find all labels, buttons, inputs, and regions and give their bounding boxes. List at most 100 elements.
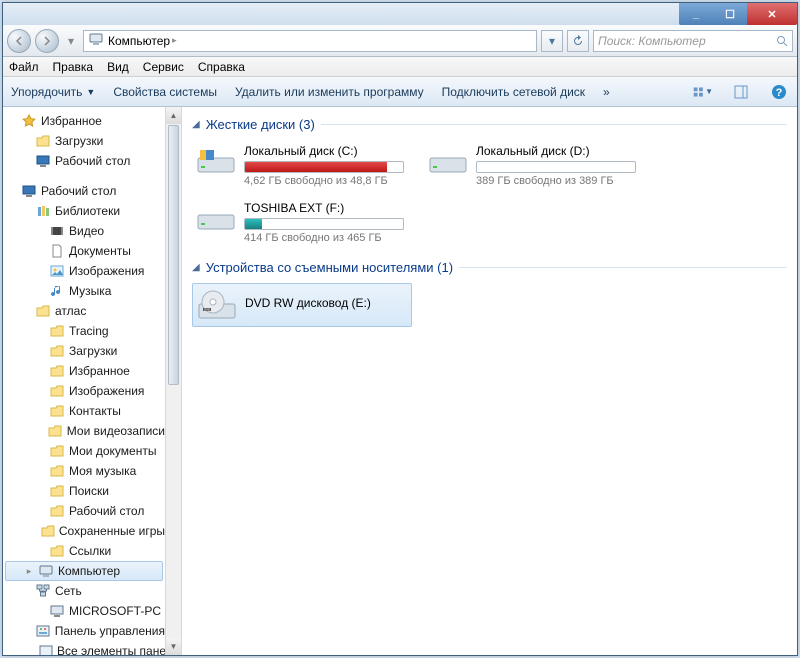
drive-d[interactable]: Локальный диск (D:) 389 ГБ свободно из 3… — [424, 140, 644, 191]
folder-icon — [35, 133, 51, 149]
address-bar[interactable]: Компьютер ▸ — [83, 30, 537, 52]
document-icon — [49, 243, 65, 259]
window-close-button[interactable]: ✕ — [747, 3, 797, 25]
folder-icon — [49, 363, 65, 379]
network-icon — [35, 583, 51, 599]
tree-desktop-fav[interactable]: Рабочий стол — [3, 151, 165, 171]
tree-all-items[interactable]: Все элементы панели — [3, 641, 165, 655]
folder-icon — [49, 463, 65, 479]
drive-e[interactable]: DVD DVD RW дисковод (E:) — [192, 283, 412, 327]
refresh-button[interactable] — [567, 30, 589, 52]
hdd-icon — [196, 144, 236, 178]
address-dropdown[interactable]: ▾ — [541, 30, 563, 52]
control-panel-icon — [39, 643, 53, 655]
tree-control-panel[interactable]: Панель управления — [3, 621, 165, 641]
drive-f[interactable]: TOSHIBA EXT (F:) 414 ГБ свободно из 465 … — [192, 197, 412, 248]
drive-free-space: 414 ГБ свободно из 465 ГБ — [244, 232, 408, 244]
tree-network[interactable]: Сеть — [3, 581, 165, 601]
folder-icon — [49, 403, 65, 419]
view-options-button[interactable]: ▼ — [693, 82, 713, 102]
nav-history-dropdown[interactable]: ▾ — [63, 34, 79, 48]
tree-tracing[interactable]: Tracing — [3, 321, 165, 341]
computer-icon — [88, 31, 104, 50]
hdd-icon — [196, 201, 236, 235]
pane-icon — [734, 85, 748, 99]
menu-tools[interactable]: Сервис — [143, 60, 184, 74]
tree-desktop2[interactable]: Рабочий стол — [3, 501, 165, 521]
desktop-icon — [21, 183, 37, 199]
scroll-thumb[interactable] — [168, 125, 179, 385]
tree-contacts[interactable]: Контакты — [3, 401, 165, 421]
folder-icon — [49, 323, 65, 339]
chevron-down-icon: ◢ — [192, 262, 200, 273]
tree-desktop-root[interactable]: Рабочий стол — [3, 181, 165, 201]
libraries-icon — [35, 203, 51, 219]
window-minimize-button[interactable]: _ — [679, 3, 713, 25]
menu-edit[interactable]: Правка — [53, 60, 94, 74]
drive-label: DVD RW дисковод (E:) — [245, 296, 407, 310]
control-panel-icon — [35, 623, 51, 639]
search-box[interactable]: Поиск: Компьютер — [593, 30, 793, 52]
nav-scrollbar[interactable]: ▲ ▼ — [165, 107, 182, 655]
menubar: Файл Правка Вид Сервис Справка — [3, 57, 797, 77]
group-hard-drives[interactable]: ◢ Жесткие диски (3) — [192, 117, 787, 132]
help-icon: ? — [771, 84, 787, 100]
chevron-right-icon[interactable]: ▸ — [24, 566, 34, 577]
command-bar: Упорядочить ▼ Свойства системы Удалить и… — [3, 77, 797, 107]
tree-favorites[interactable]: Избранное — [3, 111, 165, 131]
scroll-down-button[interactable]: ▼ — [166, 638, 181, 655]
drive-free-space: 389 ГБ свободно из 389 ГБ — [476, 175, 640, 187]
forward-button[interactable] — [35, 29, 59, 53]
computer-icon — [49, 603, 65, 619]
tree-pictures[interactable]: Изображения — [3, 261, 165, 281]
tree-my-docs[interactable]: Мои документы — [3, 441, 165, 461]
tree-documents[interactable]: Документы — [3, 241, 165, 261]
help-button[interactable]: ? — [769, 82, 789, 102]
tree-music[interactable]: Музыка — [3, 281, 165, 301]
breadcrumb-root[interactable]: Компьютер ▸ — [108, 34, 177, 48]
folder-icon — [35, 303, 51, 319]
view-icon — [693, 85, 705, 99]
drive-usage-bar — [244, 161, 404, 173]
tree-atlas[interactable]: атлас — [3, 301, 165, 321]
preview-pane-button[interactable] — [731, 82, 751, 102]
arrow-right-icon — [42, 36, 52, 46]
tree-searches[interactable]: Поиски — [3, 481, 165, 501]
group-removable[interactable]: ◢ Устройства со съемными носителями (1) — [192, 260, 787, 275]
map-drive-button[interactable]: Подключить сетевой диск — [442, 85, 585, 99]
picture-icon — [49, 263, 65, 279]
drive-label: Локальный диск (C:) — [244, 144, 408, 158]
chevron-down-icon: ◢ — [192, 119, 200, 130]
tree-my-music[interactable]: Моя музыка — [3, 461, 165, 481]
folder-icon — [49, 443, 65, 459]
scroll-up-button[interactable]: ▲ — [166, 107, 181, 124]
folder-icon — [49, 483, 65, 499]
drive-usage-bar — [244, 218, 404, 230]
svg-text:?: ? — [776, 87, 783, 99]
tree-saved-games[interactable]: Сохраненные игры — [3, 521, 165, 541]
tree-libraries[interactable]: Библиотеки — [3, 201, 165, 221]
tree-downloads[interactable]: Загрузки — [3, 131, 165, 151]
tree-favorites2[interactable]: Избранное — [3, 361, 165, 381]
organize-button[interactable]: Упорядочить ▼ — [11, 85, 95, 99]
system-properties-button[interactable]: Свойства системы — [113, 85, 217, 99]
search-icon — [776, 35, 788, 47]
menu-help[interactable]: Справка — [198, 60, 245, 74]
chevron-right-icon: ▸ — [172, 35, 177, 46]
drive-c[interactable]: Локальный диск (C:) 4,62 ГБ свободно из … — [192, 140, 412, 191]
tree-my-videos[interactable]: Мои видеозаписи — [3, 421, 165, 441]
tree-videos[interactable]: Видео — [3, 221, 165, 241]
toolbar-more-button[interactable]: » — [603, 85, 610, 99]
uninstall-button[interactable]: Удалить или изменить программу — [235, 85, 424, 99]
tree-computer[interactable]: ▸Компьютер — [5, 561, 163, 581]
tree-microsoft-pc[interactable]: MICROSOFT-PC — [3, 601, 165, 621]
back-button[interactable] — [7, 29, 31, 53]
star-icon — [21, 113, 37, 129]
tree-downloads2[interactable]: Загрузки — [3, 341, 165, 361]
tree-pictures2[interactable]: Изображения — [3, 381, 165, 401]
window-maximize-button[interactable]: ☐ — [713, 3, 747, 25]
menu-file[interactable]: Файл — [9, 60, 39, 74]
menu-view[interactable]: Вид — [107, 60, 129, 74]
tree-links[interactable]: Ссылки — [3, 541, 165, 561]
folder-icon — [49, 343, 65, 359]
